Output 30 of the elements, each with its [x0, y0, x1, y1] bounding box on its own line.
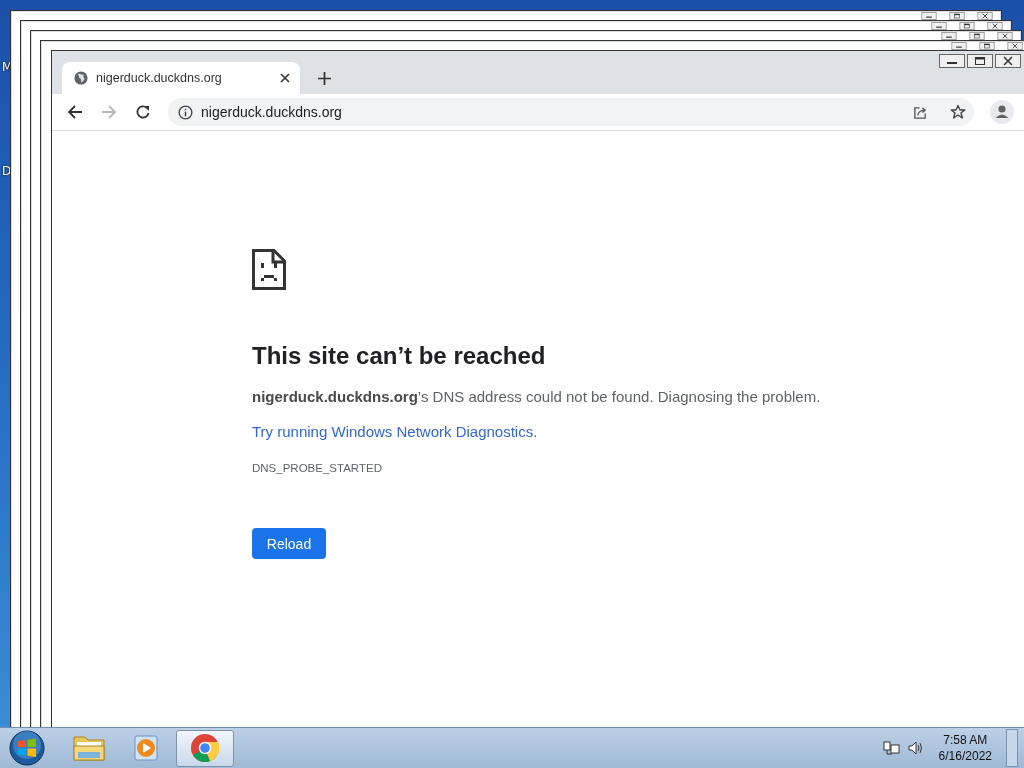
error-heading: This site can’t be reached — [252, 342, 547, 370]
info-icon[interactable] — [178, 104, 193, 120]
folder-icon — [72, 733, 106, 763]
address-bar[interactable]: nigerduck.duckdns.org — [168, 98, 974, 126]
share-icon[interactable] — [913, 104, 928, 120]
maximize-button[interactable] — [966, 54, 994, 68]
error-code: DNS_PROBE_STARTED — [252, 462, 383, 474]
start-button[interactable] — [6, 729, 48, 767]
close-tab-icon[interactable] — [280, 73, 290, 83]
globe-icon — [74, 71, 88, 85]
close-button[interactable] — [994, 54, 1022, 68]
taskbar-app-button[interactable] — [176, 729, 234, 767]
network-icon[interactable] — [882, 740, 901, 756]
profile-icon[interactable] — [990, 100, 1014, 124]
volume-icon[interactable] — [906, 740, 923, 756]
chrome-icon — [190, 733, 220, 763]
browser-tab[interactable]: nigerduck.duckdns.org — [62, 62, 300, 94]
clock-time: 7:58 AM — [943, 732, 988, 748]
media-player-icon — [133, 734, 161, 762]
reload-button[interactable]: Reload — [252, 528, 326, 559]
diagnostics-link[interactable]: Try running Windows Network Diagnostics. — [252, 423, 538, 440]
desktop-icon-label: D — [2, 164, 12, 178]
clock-date: 6/16/2022 — [938, 748, 992, 764]
minimize-button[interactable] — [938, 54, 966, 68]
back-icon[interactable] — [67, 104, 83, 120]
reload-icon[interactable] — [135, 104, 151, 120]
new-tab-icon[interactable] — [317, 71, 331, 85]
sad-document-icon — [252, 249, 286, 290]
star-icon[interactable] — [950, 104, 966, 120]
error-message: nigerduck.duckdns.org’s DNS address could not be found. Diagnosing the problem. — [252, 388, 822, 405]
